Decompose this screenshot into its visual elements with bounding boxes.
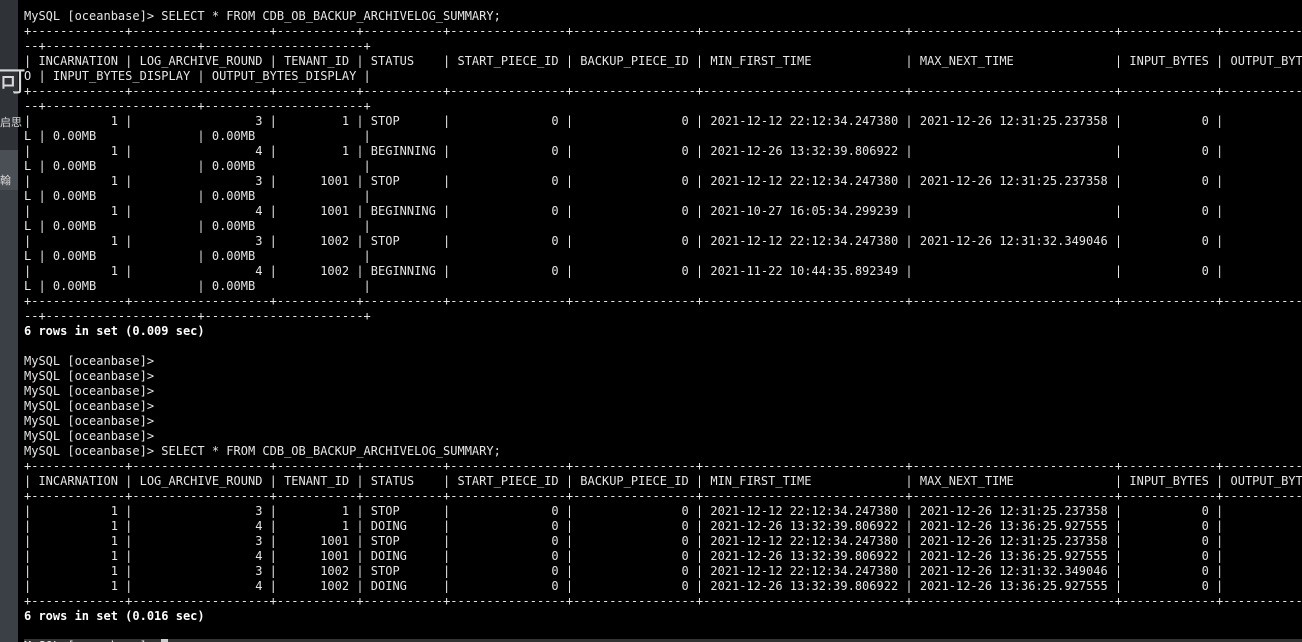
terminal-line: MySQL [oceanbase]>: [24, 399, 1302, 414]
terminal-line-text: MySQL [oceanbase]>: [24, 384, 155, 398]
terminal-line: +-------------+-------------------+-----…: [24, 594, 1302, 609]
terminal-line: L | 0.00MB | 0.00MB |: [24, 189, 1302, 204]
terminal-line-text: | 1 | 3 | 1 | STOP | 0 | 0 | 2021-12-12 …: [24, 114, 1302, 128]
terminal-line: | INCARNATION | LOG_ARCHIVE_ROUND | TENA…: [24, 54, 1302, 69]
terminal-line-text: +-------------+-------------------+-----…: [24, 459, 1302, 473]
terminal-line: --+---------------------+---------------…: [24, 309, 1302, 324]
terminal-line-text: L | 0.00MB | 0.00MB |: [24, 249, 371, 263]
terminal-line-text: | 1 | 3 | 1002 | STOP | 0 | 0 | 2021-12-…: [24, 564, 1302, 578]
terminal-line-text: | 1 | 4 | 1 | BEGINNING | 0 | 0 | 2021-1…: [24, 144, 1302, 158]
terminal-line-text: | 1 | 3 | 1001 | STOP | 0 | 0 | 2021-12-…: [24, 534, 1302, 548]
terminal-line: | 1 | 4 | 1 | DOING | 0 | 0 | 2021-12-26…: [24, 519, 1302, 534]
terminal-line: L | 0.00MB | 0.00MB |: [24, 249, 1302, 264]
terminal-line-text: | 1 | 4 | 1002 | DOING | 0 | 0 | 2021-12…: [24, 579, 1302, 593]
terminal-line-text: MySQL [oceanbase]> SELECT * FROM CDB_OB_…: [24, 9, 501, 23]
terminal-line-text: +-------------+-------------------+-----…: [24, 294, 1302, 308]
terminal-line-text: MySQL [oceanbase]>: [24, 354, 155, 368]
terminal-line-text: | INCARNATION | LOG_ARCHIVE_ROUND | TENA…: [24, 474, 1302, 488]
terminal-line: | 1 | 3 | 1001 | STOP | 0 | 0 | 2021-12-…: [24, 174, 1302, 189]
terminal-line: | 1 | 3 | 1002 | STOP | 0 | 0 | 2021-12-…: [24, 564, 1302, 579]
terminal-line: +-------------+-------------------+-----…: [24, 489, 1302, 504]
terminal-line-text: L | 0.00MB | 0.00MB |: [24, 219, 371, 233]
terminal-line-text: +-------------+-------------------+-----…: [24, 24, 1302, 38]
terminal-line: --+---------------------+---------------…: [24, 39, 1302, 54]
terminal-line: +-------------+-------------------+-----…: [24, 294, 1302, 309]
terminal-output[interactable]: MySQL [oceanbase]> SELECT * FROM CDB_OB_…: [24, 9, 1302, 642]
terminal-line: L | 0.00MB | 0.00MB |: [24, 279, 1302, 294]
terminal-line: L | 0.00MB | 0.00MB |: [24, 159, 1302, 174]
terminal-line: | 1 | 4 | 1002 | BEGINNING | 0 | 0 | 202…: [24, 264, 1302, 279]
terminal-line-text: | INCARNATION | LOG_ARCHIVE_ROUND | TENA…: [24, 54, 1302, 68]
background-glyph: 可: [0, 65, 27, 98]
terminal-line: O | INPUT_BYTES_DISPLAY | OUTPUT_BYTES_D…: [24, 69, 1302, 84]
terminal-line-text: L | 0.00MB | 0.00MB |: [24, 129, 371, 143]
terminal-line-text: 6 rows in set (0.016 sec): [24, 609, 205, 623]
terminal-line-text: MySQL [oceanbase]>: [24, 399, 155, 413]
terminal-line-text: L | 0.00MB | 0.00MB |: [24, 189, 371, 203]
terminal-line-text: | 1 | 3 | 1001 | STOP | 0 | 0 | 2021-12-…: [24, 174, 1302, 188]
terminal-line-text: | 1 | 4 | 1001 | BEGINNING | 0 | 0 | 202…: [24, 204, 1302, 218]
terminal-line: 6 rows in set (0.016 sec): [24, 609, 1302, 624]
terminal-line-text: +-------------+-------------------+-----…: [24, 489, 1302, 503]
terminal-line: | 1 | 4 | 1002 | DOING | 0 | 0 | 2021-12…: [24, 579, 1302, 594]
terminal-line-text: | 1 | 4 | 1002 | BEGINNING | 0 | 0 | 202…: [24, 264, 1302, 278]
terminal-line-text: --+---------------------+---------------…: [24, 309, 371, 323]
terminal-line: L | 0.00MB | 0.00MB |: [24, 219, 1302, 234]
terminal-line: MySQL [oceanbase]>: [24, 354, 1302, 369]
background-glyph: 翰: [0, 174, 11, 187]
terminal-line: | 1 | 3 | 1 | STOP | 0 | 0 | 2021-12-12 …: [24, 114, 1302, 129]
terminal-line: | 1 | 3 | 1002 | STOP | 0 | 0 | 2021-12-…: [24, 234, 1302, 249]
terminal-line: | 1 | 3 | 1 | STOP | 0 | 0 | 2021-12-12 …: [24, 504, 1302, 519]
background-window-edge: 可 启思 翰: [0, 0, 26, 642]
terminal-line: MySQL [oceanbase]> SELECT * FROM CDB_OB_…: [24, 9, 1302, 24]
terminal-line-text: | 1 | 4 | 1001 | DOING | 0 | 0 | 2021-12…: [24, 549, 1302, 563]
terminal-line-text: MySQL [oceanbase]>: [24, 369, 155, 383]
terminal-line-text: --+---------------------+---------------…: [24, 39, 371, 53]
terminal-line-text: MySQL [oceanbase]>: [24, 414, 155, 428]
terminal-line-text: L | 0.00MB | 0.00MB |: [24, 279, 371, 293]
terminal-line: 6 rows in set (0.009 sec): [24, 324, 1302, 339]
terminal-line-text: O | INPUT_BYTES_DISPLAY | OUTPUT_BYTES_D…: [24, 69, 371, 83]
terminal-line: MySQL [oceanbase]> SELECT * FROM CDB_OB_…: [24, 444, 1302, 459]
terminal-line-text: 6 rows in set (0.009 sec): [24, 324, 205, 338]
terminal-line-text: MySQL [oceanbase]>: [24, 429, 155, 443]
terminal-line: +-------------+-------------------+-----…: [24, 459, 1302, 474]
background-glyph: 启思: [0, 116, 22, 129]
terminal-line: MySQL [oceanbase]>: [24, 384, 1302, 399]
terminal-line-text: | 1 | 3 | 1 | STOP | 0 | 0 | 2021-12-12 …: [24, 504, 1302, 518]
terminal-line: MySQL [oceanbase]>: [24, 369, 1302, 384]
terminal-line-text: --+---------------------+---------------…: [24, 99, 371, 113]
terminal-line: +-------------+-------------------+-----…: [24, 84, 1302, 99]
terminal-line-text: L | 0.00MB | 0.00MB |: [24, 159, 371, 173]
terminal-line: --+---------------------+---------------…: [24, 99, 1302, 114]
terminal-line: MySQL [oceanbase]>: [24, 429, 1302, 444]
terminal-line: | 1 | 4 | 1001 | DOING | 0 | 0 | 2021-12…: [24, 549, 1302, 564]
terminal-line: | 1 | 4 | 1 | BEGINNING | 0 | 0 | 2021-1…: [24, 144, 1302, 159]
terminal-line: +-------------+-------------------+-----…: [24, 24, 1302, 39]
terminal-line: MySQL [oceanbase]>: [24, 414, 1302, 429]
terminal-line-text: +-------------+-------------------+-----…: [24, 84, 1302, 98]
terminal-line: L | 0.00MB | 0.00MB |: [24, 129, 1302, 144]
terminal-line-text: | 1 | 3 | 1002 | STOP | 0 | 0 | 2021-12-…: [24, 234, 1302, 248]
terminal-line-text: +-------------+-------------------+-----…: [24, 594, 1302, 608]
terminal-line: | 1 | 4 | 1001 | BEGINNING | 0 | 0 | 202…: [24, 204, 1302, 219]
terminal-line-text: MySQL [oceanbase]> SELECT * FROM CDB_OB_…: [24, 444, 501, 458]
terminal-line: | INCARNATION | LOG_ARCHIVE_ROUND | TENA…: [24, 474, 1302, 489]
terminal-window: 可 启思 翰 MySQL [oceanbase]> SELECT * FROM …: [0, 0, 1302, 642]
terminal-line-text: | 1 | 4 | 1 | DOING | 0 | 0 | 2021-12-26…: [24, 519, 1302, 533]
terminal-line: | 1 | 3 | 1001 | STOP | 0 | 0 | 2021-12-…: [24, 534, 1302, 549]
